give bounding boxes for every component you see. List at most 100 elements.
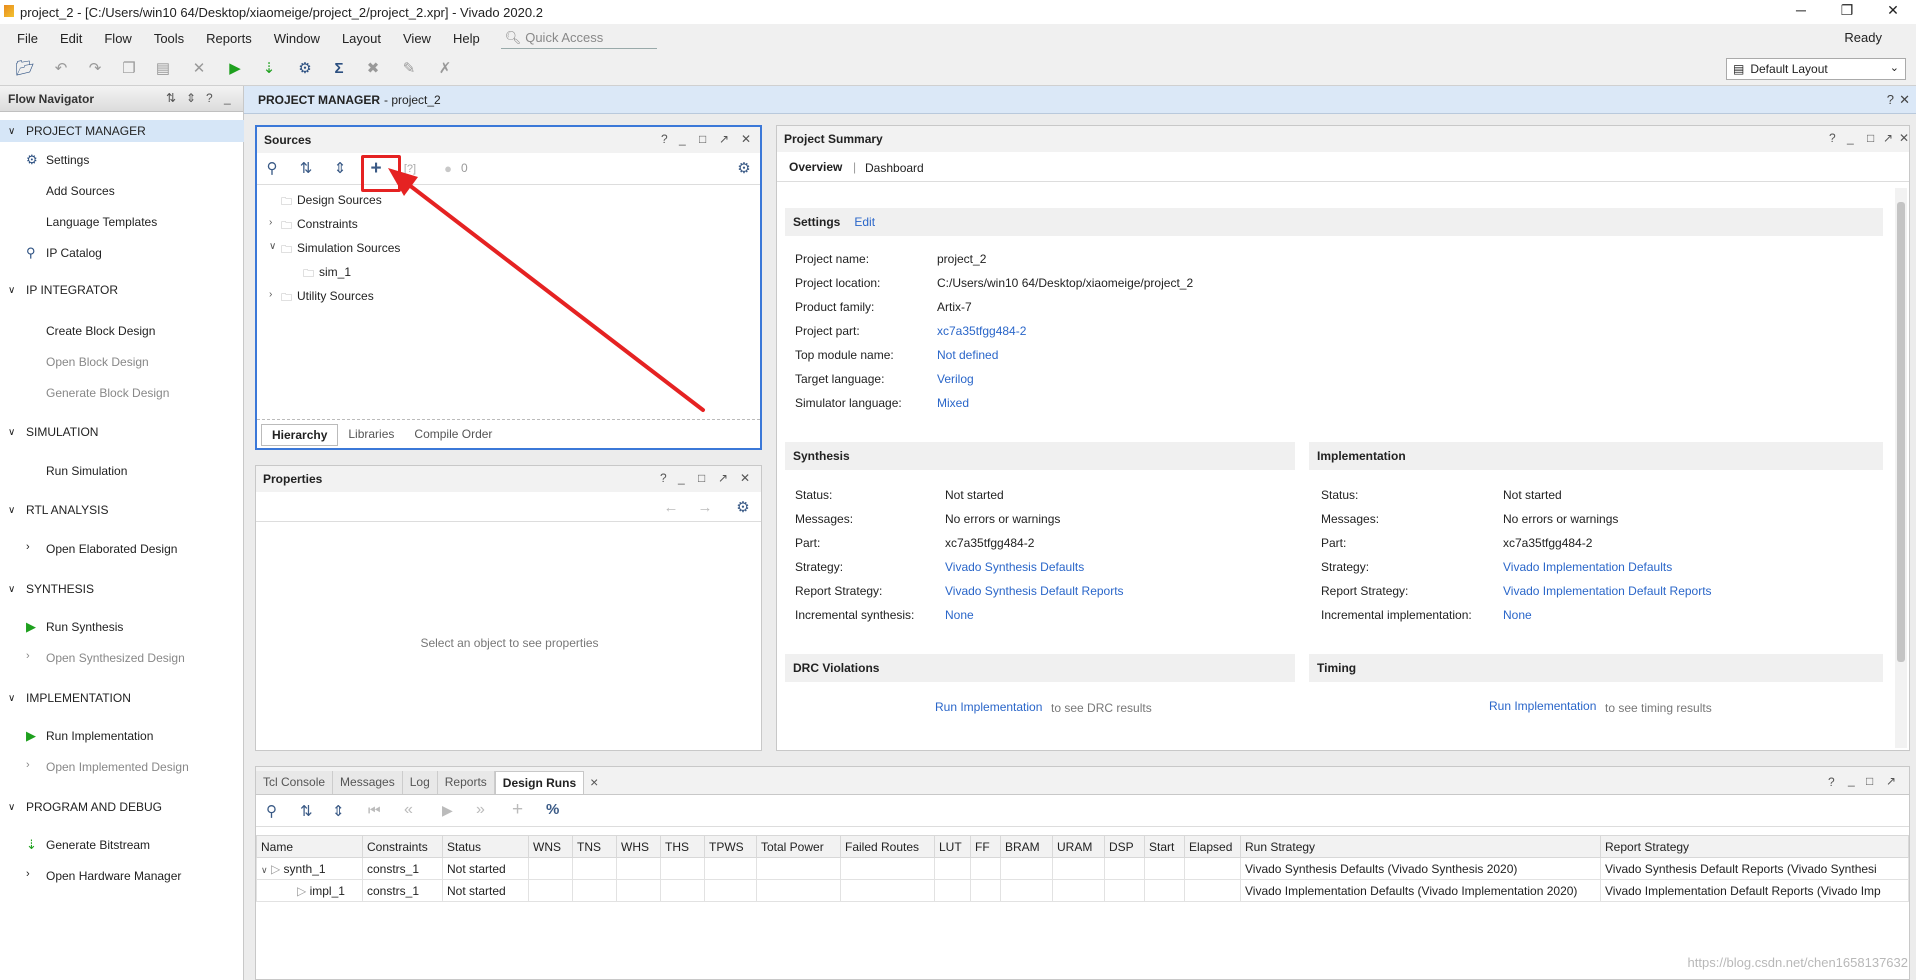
help-icon[interactable]: ? — [1828, 775, 1835, 789]
close-window-button[interactable]: ✕ — [1870, 0, 1916, 24]
nav-create-block-design[interactable]: Create Block Design — [46, 324, 155, 338]
undo-icon[interactable]: ↶ — [50, 58, 72, 80]
program-device-icon[interactable]: ⇣ — [258, 58, 280, 80]
search-icon[interactable]: ⚲ — [263, 160, 281, 178]
menu-file[interactable]: File — [6, 31, 49, 46]
close-icon[interactable]: ✕ — [741, 132, 751, 146]
minimize-panel-icon[interactable]: _ — [678, 471, 685, 485]
col-ff[interactable]: FF — [970, 835, 1001, 858]
rewind-icon[interactable]: « — [404, 801, 413, 819]
minimize-panel-icon[interactable]: _ — [1848, 773, 1855, 787]
maximize-panel-icon[interactable]: □ — [1866, 774, 1873, 788]
menu-tools[interactable]: Tools — [143, 31, 195, 46]
nav-add-sources[interactable]: Add Sources — [46, 184, 115, 198]
gear-icon[interactable]: ⚙ — [734, 499, 752, 517]
col-uram[interactable]: URAM — [1052, 835, 1105, 858]
nav-open-block-design[interactable]: Open Block Design — [46, 355, 149, 369]
float-panel-icon[interactable]: ↗ — [1883, 131, 1893, 145]
section-implementation[interactable]: ∨ IMPLEMENTATION — [0, 687, 244, 709]
col-bram[interactable]: BRAM — [1000, 835, 1053, 858]
col-wns[interactable]: WNS — [528, 835, 573, 858]
nav-generate-bitstream[interactable]: ⇣ Generate Bitstream — [26, 837, 150, 852]
col-status[interactable]: Status — [442, 835, 529, 858]
simulator-language-link[interactable]: Mixed — [937, 396, 969, 410]
settings-edit-link[interactable]: Edit — [854, 215, 875, 229]
menu-flow[interactable]: Flow — [93, 31, 142, 46]
tree-item-design-sources[interactable]: 🗀︎ Design Sources — [281, 193, 382, 208]
col-elapsed[interactable]: Elapsed — [1184, 835, 1241, 858]
col-dsp[interactable]: DSP — [1104, 835, 1145, 858]
back-arrow-icon[interactable]: ← — [662, 499, 680, 517]
nav-language-templates[interactable]: Language Templates — [46, 215, 157, 229]
section-program-and-debug[interactable]: ∨ PROGRAM AND DEBUG — [0, 796, 244, 818]
help-icon[interactable]: ? — [1829, 131, 1836, 145]
search-icon[interactable]: ⚲ — [266, 802, 277, 820]
tab-libraries[interactable]: Libraries — [338, 424, 404, 446]
float-panel-icon[interactable]: ↗ — [719, 132, 729, 146]
paste-icon[interactable]: ▤ — [152, 58, 174, 80]
menu-view[interactable]: View — [392, 31, 442, 46]
minimize-panel-icon[interactable]: _ — [224, 91, 231, 105]
edit-icon[interactable]: ✎ — [398, 58, 420, 80]
col-tns[interactable]: TNS — [572, 835, 617, 858]
sort-icon[interactable]: ⇕ — [186, 91, 196, 105]
tab-overview[interactable]: Overview — [789, 160, 842, 174]
expand-all-icon[interactable]: ⇕ — [332, 802, 345, 820]
help-icon[interactable]: ? — [660, 471, 667, 485]
tab-dashboard[interactable]: Dashboard — [865, 161, 924, 175]
collapse-all-icon[interactable]: ⇅ — [297, 160, 315, 178]
delete-icon[interactable]: ✕ — [188, 58, 210, 80]
col-ths[interactable]: THS — [660, 835, 705, 858]
impl-strategy-link[interactable]: Vivado Implementation Defaults — [1503, 560, 1672, 574]
layout-select[interactable]: ▤ Default Layout ⌄ — [1726, 58, 1906, 80]
tab-design-runs[interactable]: Design Runs — [494, 771, 585, 794]
cancel-icon[interactable]: ✗ — [434, 58, 456, 80]
help-icon[interactable]: ? — [206, 91, 213, 105]
drc-run-implementation-link[interactable]: Run Implementation — [935, 700, 1042, 714]
tab-log[interactable]: Log — [402, 771, 438, 794]
col-constraints[interactable]: Constraints — [362, 835, 443, 858]
chevron-down-icon[interactable]: ∨ — [261, 865, 268, 875]
tab-reports[interactable]: Reports — [437, 771, 495, 794]
table-row[interactable]: ∨ ▷ synth_1 constrs_1 Not started Vivado… — [256, 857, 1909, 880]
nav-open-elaborated-design[interactable]: › Open Elaborated Design — [26, 541, 177, 556]
collapse-all-icon[interactable]: ⇅ — [166, 91, 176, 105]
collapse-all-icon[interactable]: ⇅ — [300, 802, 313, 820]
synth-incremental-link[interactable]: None — [945, 608, 974, 622]
tree-item-constraints[interactable]: › 🗀︎ Constraints — [269, 217, 358, 232]
play-icon[interactable]: ▶ — [442, 802, 453, 819]
chevron-right-icon[interactable]: › — [269, 217, 272, 228]
menu-window[interactable]: Window — [263, 31, 331, 46]
col-whs[interactable]: WHS — [616, 835, 661, 858]
nav-settings[interactable]: ⚙ Settings — [26, 152, 89, 167]
menu-help[interactable]: Help — [442, 31, 491, 46]
close-icon[interactable]: ✕ — [1899, 92, 1910, 108]
tab-compile-order[interactable]: Compile Order — [404, 424, 502, 446]
tab-tcl-console[interactable]: Tcl Console — [256, 771, 334, 794]
add-icon[interactable]: + — [512, 799, 523, 821]
top-module-link[interactable]: Not defined — [937, 348, 998, 362]
settings-gear-icon[interactable]: ⚙ — [294, 58, 316, 80]
menu-reports[interactable]: Reports — [195, 31, 263, 46]
menu-layout[interactable]: Layout — [331, 31, 392, 46]
nav-open-implemented-design[interactable]: › Open Implemented Design — [26, 759, 189, 774]
nav-open-synthesized-design[interactable]: › Open Synthesized Design — [26, 650, 185, 665]
unknown-source-icon[interactable]: [?] — [401, 160, 419, 178]
nav-generate-block-design[interactable]: Generate Block Design — [46, 386, 169, 400]
run-icon[interactable]: ▶ — [224, 58, 246, 80]
section-ip-integrator[interactable]: ∨ IP INTEGRATOR — [0, 279, 244, 301]
maximize-panel-icon[interactable]: □ — [699, 132, 706, 146]
debug-icon[interactable]: ✖ — [362, 58, 384, 80]
close-icon[interactable]: ✕ — [740, 471, 750, 485]
help-icon[interactable]: ? — [661, 132, 668, 146]
fast-forward-icon[interactable]: » — [476, 801, 485, 819]
nav-run-synthesis[interactable]: ▶ Run Synthesis — [26, 619, 123, 634]
synth-strategy-link[interactable]: Vivado Synthesis Defaults — [945, 560, 1084, 574]
section-rtl-analysis[interactable]: ∨ RTL ANALYSIS — [0, 499, 244, 521]
col-report-strategy[interactable]: Report Strategy — [1600, 835, 1909, 858]
col-total-power[interactable]: Total Power — [756, 835, 841, 858]
table-row[interactable]: ▷ impl_1 constrs_1 Not started Vivado Im… — [256, 879, 1909, 902]
chevron-down-icon[interactable]: ∨ — [269, 241, 276, 252]
quick-access-field[interactable]: 🔍︎ Quick Access — [500, 27, 657, 49]
minimize-panel-icon[interactable]: _ — [1847, 131, 1854, 145]
